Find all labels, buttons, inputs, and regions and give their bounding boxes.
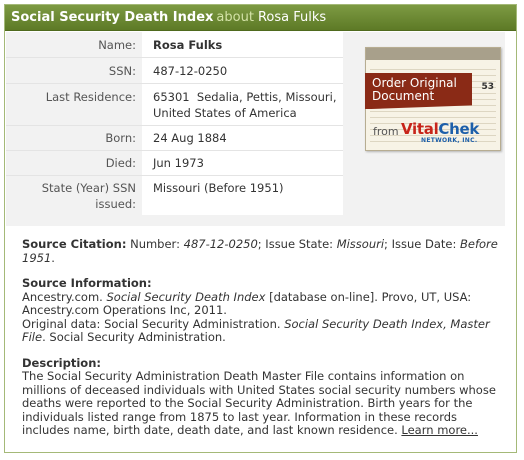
citation-issue-date-label: ; Issue Date: [384,237,457,251]
residence-line-2: United States of America [153,106,297,120]
person-name-header: Rosa Fulks [257,10,327,25]
from-label: from [373,125,399,138]
vitalchek-logo: from VitalChek NETWORK, INC. [371,117,496,147]
born-label: Born: [105,131,136,145]
record-details: Name: Rosa Fulks SSN: 487-12-0250 Last R… [6,32,505,226]
order-label-line-2: Document [372,89,435,103]
field-row-state-issued: State (Year) SSN issued: Missouri (Befor… [6,176,343,215]
source-citation-label: Source Citation: [22,237,127,251]
citation-issue-state-label: ; Issue State: [257,237,334,251]
source-info-line3-a: Original data: Social Security Administr… [22,316,281,331]
ssn-label: SSN: [108,64,136,78]
died-label: Died: [105,156,136,170]
source-information-label: Source Information: [22,276,152,290]
brand-part-1: Vital [401,120,439,138]
source-section: Source Citation: Number: 487-12-0250; Is… [22,237,502,438]
source-citation: Source Citation: Number: 487-12-0250; Is… [22,237,502,265]
source-info-line1-title: Social Security Death Index [106,289,266,304]
order-banner: Order Original Document [365,73,472,109]
name-value: Rosa Fulks [153,38,223,52]
citation-issue-state: Missouri [336,237,385,251]
residence-line-1: 65301 Sedalia, Pettis, Missouri, [153,90,337,104]
died-value: Jun 1973 [142,151,343,175]
vitalchek-wordmark: VitalChek [401,120,479,138]
field-row-born: Born: 24 Aug 1884 [6,126,343,151]
field-row-died: Died: Jun 1973 [6,151,343,176]
field-row-ssn: SSN: 487-12-0250 [6,58,343,84]
source-info-line2: Ancestry.com Operations Inc, 2011. [22,303,227,317]
state-issued-value: Missouri (Before 1951) [142,176,343,215]
network-label: NETWORK, INC. [421,137,478,144]
field-row-residence: Last Residence: 65301 Sedalia, Pettis, M… [6,84,343,126]
residence-label: Last Residence: [45,90,136,104]
source-info-line1-b: [database on-line]. Provo, UT, USA: [269,289,472,304]
citation-number-label: Number: [130,237,180,251]
state-issued-label-line-1: State (Year) SSN [41,181,136,195]
source-info-line1-a: Ancestry.com. [22,289,103,304]
source-information: Source Information: Ancestry.com. Social… [22,276,502,345]
source-info-line3-b: . Social Security Administration. [42,330,226,344]
record-fields: Name: Rosa Fulks SSN: 487-12-0250 Last R… [6,32,343,215]
citation-end: . [51,250,55,265]
state-issued-label-line-2: issued: [95,197,136,211]
brand-part-2: Chek [438,120,480,138]
residence-value: 65301 Sedalia, Pettis, Missouri, United … [142,84,343,125]
description-label: Description: [22,355,101,370]
about-label: about [216,10,254,25]
citation-number: 487-12-0250 [183,237,258,251]
panel-header: Social Security Death Index about Rosa Ful… [5,5,516,31]
field-row-name: Name: Rosa Fulks [6,32,343,58]
collection-title: Social Security Death Index [11,10,214,25]
name-label: Name: [98,38,136,52]
learn-more-link[interactable]: Learn more... [401,423,478,437]
document-stamp: 53 [481,82,494,92]
order-original-document-button[interactable]: 53 Order Original Document from VitalChe… [365,47,503,152]
ssn-value: 487-12-0250 [142,58,343,83]
state-issued-label: State (Year) SSN issued: [6,176,142,212]
born-value: 24 Aug 1884 [142,126,343,150]
description: Description: The Social Security Adminis… [22,355,502,438]
